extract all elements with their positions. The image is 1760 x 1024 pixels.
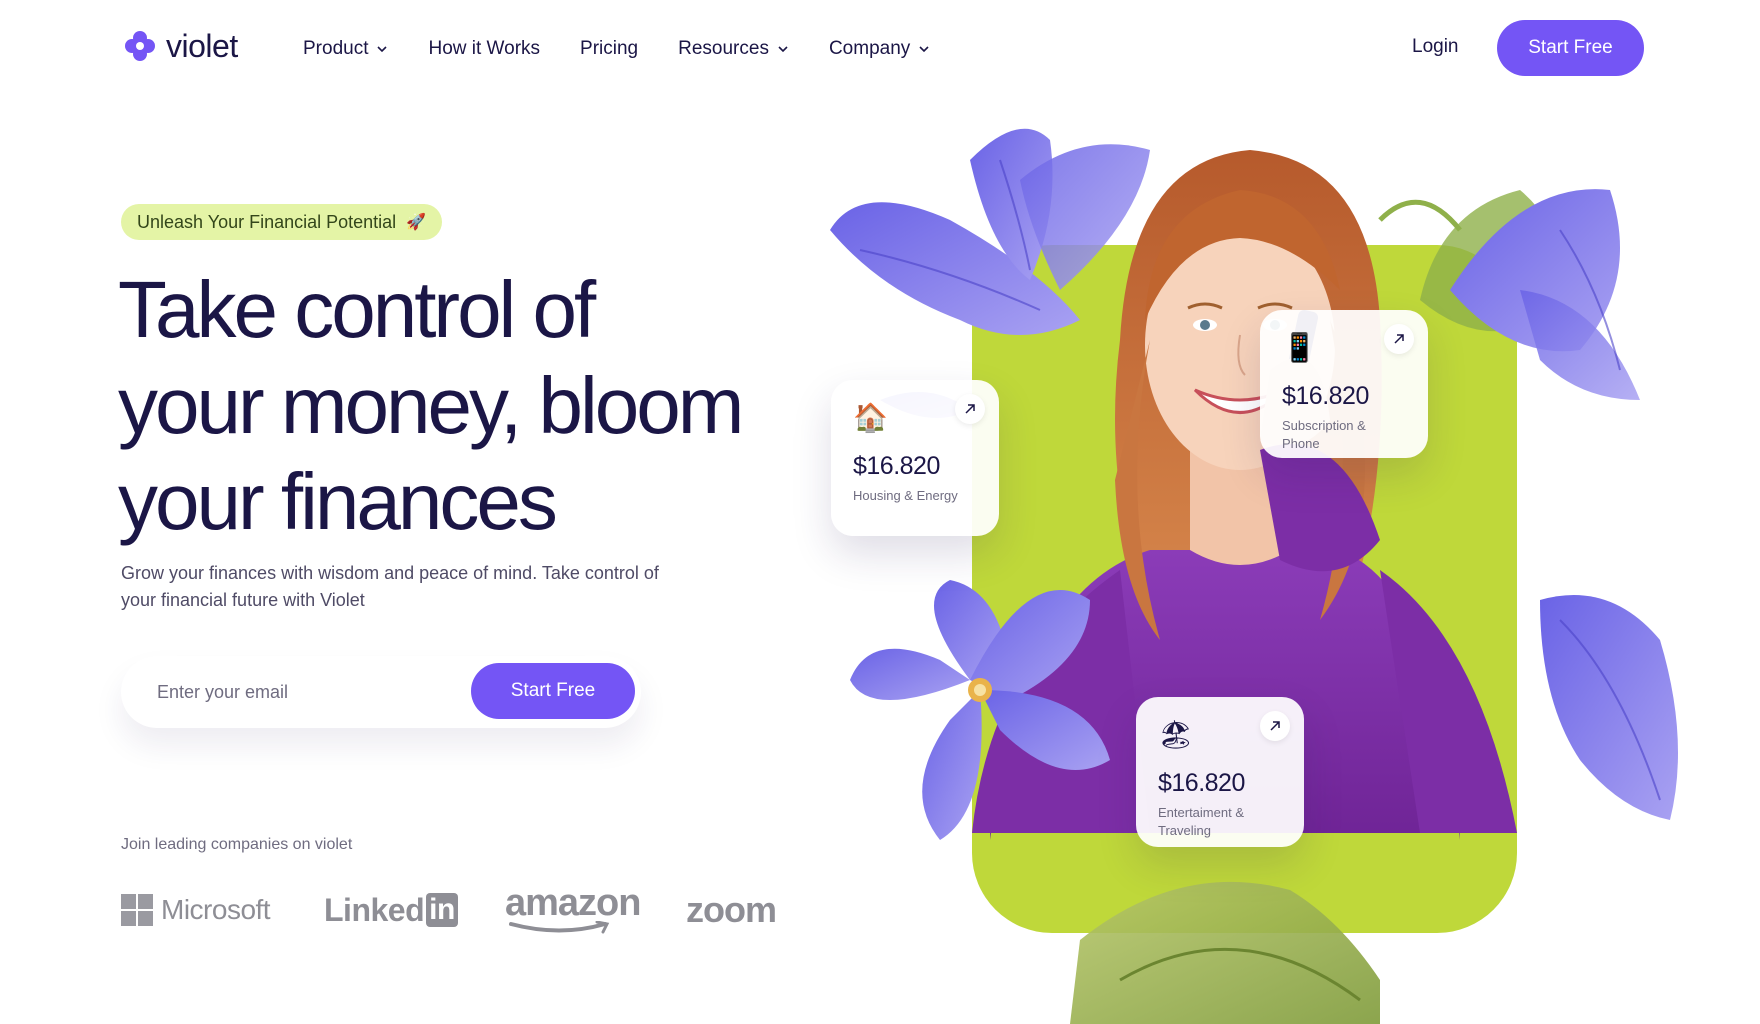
top-navigation: violet Product How it Works Pricing Reso…: [0, 0, 1760, 100]
login-link[interactable]: Login: [1412, 36, 1459, 58]
card-amount: $16.820: [1282, 382, 1369, 410]
nav-item-resources[interactable]: Resources: [678, 38, 789, 60]
rocket-icon: 🚀: [406, 214, 427, 231]
headline-line-1: Take control of: [118, 265, 596, 354]
card-label: Housing & Energy: [853, 488, 958, 503]
nav-label: Product: [303, 38, 369, 59]
nav-label: How it Works: [428, 38, 541, 59]
arrow-up-right-icon[interactable]: [955, 394, 985, 424]
arrow-up-right-icon[interactable]: [1384, 324, 1414, 354]
start-free-hero-button[interactable]: Start Free: [471, 663, 635, 719]
amazon-smile-icon: [509, 921, 610, 934]
hero-illustration: 🏠 $16.820 Housing & Energy 📱 $16.820 Sub…: [820, 120, 1720, 1024]
card-label: Entertaiment & Traveling: [1158, 805, 1244, 838]
email-signup-form: Start Free: [121, 656, 641, 728]
arrow-up-right-icon[interactable]: [1260, 711, 1290, 741]
card-amount: $16.820: [853, 452, 940, 480]
expense-card-subscription[interactable]: 📱 $16.820 Subscription & Phone: [1260, 310, 1428, 458]
nav-item-pricing[interactable]: Pricing: [580, 38, 638, 60]
nav-label: Resources: [678, 38, 769, 59]
card-amount: $16.820: [1158, 769, 1245, 797]
linkedin-wordmark: Linked: [324, 891, 425, 928]
badge-text: Unleash Your Financial Potential: [137, 211, 397, 232]
headline-line-2: your money, bloom: [118, 361, 744, 450]
nav-item-company[interactable]: Company: [829, 38, 930, 60]
violet-flower-logo-icon: [124, 30, 156, 62]
nav-label: Company: [828, 38, 911, 59]
amazon-logo: amazon: [505, 882, 641, 935]
woman-with-flowers-illustration: [830, 128, 1678, 1024]
nav-item-how-it-works[interactable]: How it Works: [428, 38, 540, 60]
brand-logo[interactable]: violet: [124, 30, 238, 62]
headline-line-3: your finances: [118, 457, 558, 546]
hero-subtext: Grow your finances with wisdom and peace…: [121, 563, 659, 610]
chevron-down-icon: [778, 46, 788, 53]
join-companies-text: Join leading companies on violet: [121, 836, 353, 853]
email-input[interactable]: [157, 676, 437, 708]
brand-name: violet: [166, 28, 238, 64]
amazon-wordmark: amazon: [505, 882, 641, 924]
linkedin-in-box: in: [426, 893, 458, 927]
expense-card-entertainment[interactable]: 🏖 $16.820 Entertaiment & Traveling: [1136, 697, 1304, 847]
chevron-down-icon: [377, 46, 388, 53]
expense-card-housing[interactable]: 🏠 $16.820 Housing & Energy: [831, 380, 999, 536]
microsoft-logo: Microsoft: [121, 885, 271, 935]
start-free-nav-button[interactable]: Start Free: [1497, 20, 1644, 76]
chevron-down-icon: [919, 46, 929, 53]
microsoft-windows-icon: [121, 894, 153, 926]
nav-label: Pricing: [580, 38, 639, 59]
main-menu: Product How it Works Pricing Resources C…: [303, 38, 970, 60]
hero-badge: Unleash Your Financial Potential 🚀: [121, 204, 443, 240]
microsoft-wordmark: Microsoft: [161, 894, 271, 925]
hero-headline: Take control of your money, bloom your f…: [118, 262, 818, 550]
card-label: Subscription & Phone: [1282, 418, 1366, 451]
linkedin-logo: Linked in: [324, 885, 458, 935]
nav-item-product[interactable]: Product: [303, 38, 388, 60]
zoom-logo: zoom: [686, 889, 777, 930]
